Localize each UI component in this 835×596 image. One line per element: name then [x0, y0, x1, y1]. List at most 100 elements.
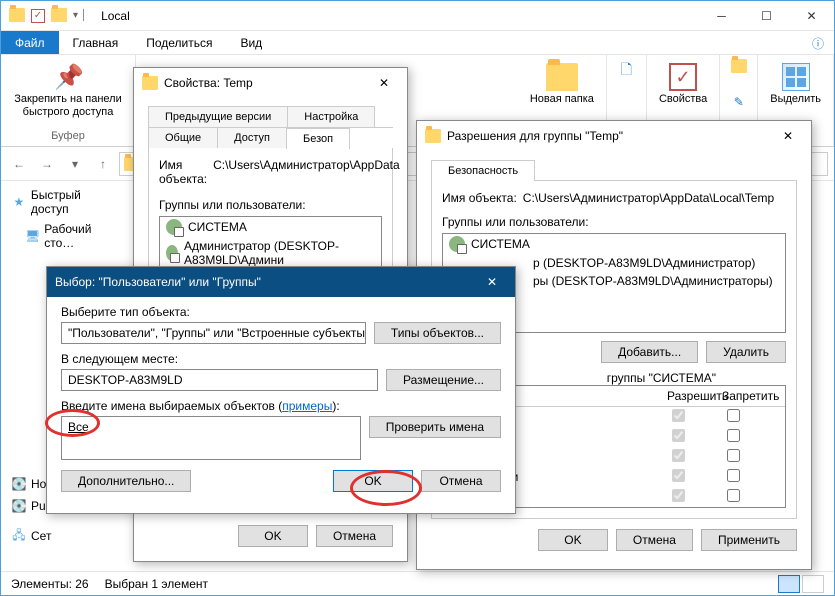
status-selection: Выбран 1 элемент	[105, 577, 208, 591]
allow-checkbox[interactable]	[672, 429, 685, 442]
tree-desktop[interactable]: 🖥Рабочий сто…	[5, 219, 127, 253]
recent-button[interactable]: ▾	[63, 152, 87, 176]
add-button[interactable]: Добавить...	[601, 341, 698, 363]
menubar: Файл Главная Поделиться Вид ⓘ	[1, 31, 834, 55]
user-icon	[166, 245, 178, 261]
tabs: Предыдущие версии Настройка	[148, 106, 393, 128]
folder-icon	[51, 8, 67, 24]
help-icon[interactable]: ⓘ	[802, 31, 834, 54]
cancel-button[interactable]: Отмена	[616, 529, 693, 551]
desktop-icon: 🖥	[25, 228, 40, 244]
tab-sharing[interactable]: Доступ	[217, 127, 287, 148]
select-button[interactable]: Выделить	[766, 59, 825, 110]
pin-quick-access-button[interactable]: Закрепить на панели быстрого доступа	[9, 59, 127, 123]
ok-button[interactable]: OK	[238, 525, 308, 547]
dialog-titlebar[interactable]: Выбор: "Пользователи" или "Группы" ✕	[47, 267, 515, 297]
dialog-titlebar: Свойства: Temp ✕	[134, 68, 407, 98]
status-item-count: Элементы: 26	[11, 577, 89, 591]
deny-checkbox[interactable]	[727, 469, 740, 482]
tab-customize[interactable]: Настройка	[287, 106, 375, 127]
object-names-input[interactable]	[61, 416, 361, 460]
tabs: Безопасность	[431, 159, 797, 181]
back-button[interactable]: ←	[7, 152, 31, 176]
tree-quick-access[interactable]: ★Быстрый доступ	[5, 185, 127, 219]
ok-button[interactable]: OK	[333, 470, 413, 492]
star-icon: ★	[11, 194, 27, 210]
allow-checkbox[interactable]	[672, 469, 685, 482]
cancel-button[interactable]: Отмена	[316, 525, 393, 547]
close-button[interactable]: ✕	[477, 275, 507, 289]
properties-button[interactable]: ✓ Свойства	[655, 59, 711, 110]
user-icon	[166, 219, 182, 235]
allow-checkbox[interactable]	[672, 489, 685, 502]
select-icon	[782, 63, 810, 91]
qat-dropdown-icon[interactable]: ▾ │	[73, 10, 87, 21]
object-name-value: C:\Users\Администратор\AppData\Local\Tem…	[523, 191, 774, 205]
dialog-titlebar: Разрешения для группы "Temp" ✕	[417, 121, 811, 151]
tab-security[interactable]: Безоп	[286, 128, 350, 149]
home-tab[interactable]: Главная	[59, 31, 133, 54]
object-types-button[interactable]: Типы объектов...	[374, 322, 501, 344]
deny-checkbox[interactable]	[727, 489, 740, 502]
open-icon[interactable]	[731, 59, 747, 76]
tabs-row2: Общие Доступ Безоп	[148, 127, 393, 148]
minimize-button[interactable]: ─	[699, 1, 744, 31]
object-name-label: Имя объекта:	[159, 158, 207, 186]
check-names-button[interactable]: Проверить имена	[369, 416, 501, 438]
maximize-button[interactable]: ☐	[744, 1, 789, 31]
examples-link[interactable]: примеры	[282, 399, 332, 413]
user-icon	[449, 236, 465, 252]
allow-checkbox[interactable]	[672, 409, 685, 422]
deny-checkbox[interactable]	[727, 429, 740, 442]
folder-icon	[9, 8, 25, 24]
titlebar: ✓ ▾ │ Local ─ ☐ ✕	[1, 1, 834, 31]
dialog-title: Выбор: "Пользователи" или "Группы"	[55, 275, 471, 289]
file-menu[interactable]: Файл	[1, 31, 59, 54]
dialog-title: Разрешения для группы "Temp"	[447, 129, 767, 143]
tab-general[interactable]: Общие	[148, 127, 218, 148]
view-tab[interactable]: Вид	[226, 31, 276, 54]
icons-view-button[interactable]	[802, 575, 824, 593]
names-label: Введите имена выбираемых объектов (приме…	[61, 399, 501, 413]
deny-checkbox[interactable]	[727, 409, 740, 422]
folder-icon	[425, 129, 441, 143]
dialog-title: Свойства: Temp	[164, 76, 363, 90]
cancel-button[interactable]: Отмена	[421, 470, 501, 492]
list-item: Администратор (DESKTOP-A83M9LD\Админи	[160, 237, 381, 269]
close-button[interactable]: ✕	[773, 129, 803, 143]
new-folder-button[interactable]: Новая папка	[526, 59, 598, 110]
allow-checkbox[interactable]	[672, 449, 685, 462]
object-name-label: Имя объекта:	[442, 191, 517, 205]
remove-button[interactable]: Удалить	[706, 341, 786, 363]
ok-button[interactable]: OK	[538, 529, 608, 551]
folder-icon	[142, 76, 158, 90]
tab-previous-versions[interactable]: Предыдущие версии	[148, 106, 288, 127]
ribbon-group-caption: Буфер	[51, 130, 85, 142]
locations-button[interactable]: Размещение...	[386, 369, 501, 391]
object-name-value: C:\Users\Администратор\AppData	[213, 158, 400, 186]
share-tab[interactable]: Поделиться	[132, 31, 226, 54]
tree-network[interactable]: 🖧Сет	[5, 525, 127, 547]
location-field: DESKTOP-A83M9LD	[61, 369, 378, 391]
object-type-label: Выберите тип объекта:	[61, 305, 501, 319]
apply-button[interactable]: Применить	[701, 529, 797, 551]
close-button[interactable]: ✕	[789, 1, 834, 31]
deny-checkbox[interactable]	[727, 449, 740, 462]
tab-security[interactable]: Безопасность	[431, 160, 535, 181]
checkbox-icon[interactable]: ✓	[31, 9, 45, 23]
pin-icon	[54, 63, 82, 91]
forward-button[interactable]: →	[35, 152, 59, 176]
advanced-button[interactable]: Дополнительно...	[61, 470, 191, 492]
network-icon: 🖧	[11, 528, 27, 544]
new-item-icon[interactable]: 🗋	[621, 59, 632, 83]
details-view-button[interactable]	[778, 575, 800, 593]
checkmark-icon: ✓	[669, 63, 697, 91]
object-type-field: "Пользователи", "Группы" или "Встроенные…	[61, 322, 366, 344]
statusbar: Элементы: 26 Выбран 1 элемент	[1, 571, 834, 595]
list-item: СИСТЕМА	[443, 234, 785, 254]
close-button[interactable]: ✕	[369, 76, 399, 90]
groups-label: Группы или пользователи:	[159, 198, 382, 212]
drive-icon: 💽	[11, 476, 27, 492]
up-button[interactable]: ↑	[91, 152, 115, 176]
edit-icon[interactable]: ✎	[734, 95, 744, 109]
